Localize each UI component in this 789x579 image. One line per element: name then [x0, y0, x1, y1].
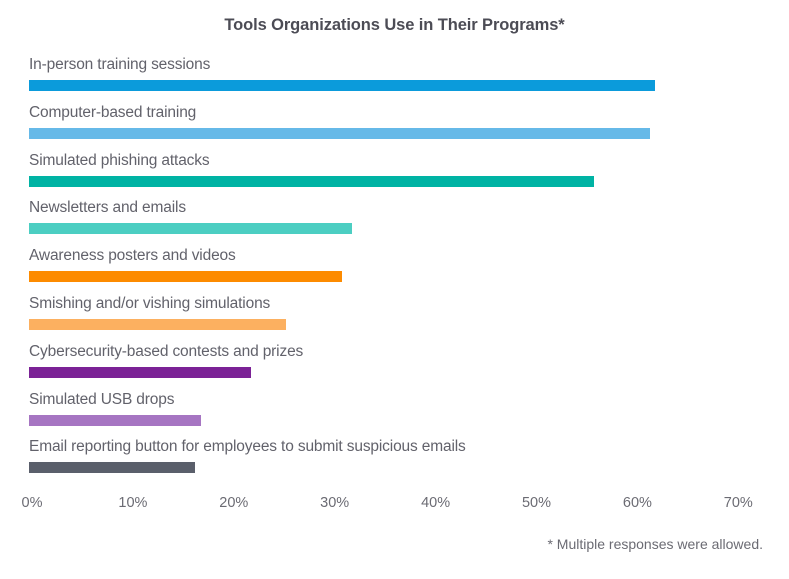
bar-track — [29, 271, 749, 283]
x-axis-tick: 70% — [723, 495, 753, 511]
bar-track — [29, 175, 749, 187]
bar-label: Email reporting button for employees to … — [29, 438, 466, 456]
bar-fill — [29, 462, 196, 474]
bar-track — [29, 414, 749, 426]
x-axis-tick: 50% — [521, 495, 552, 511]
bar-row: Newsletters and emails — [29, 198, 749, 242]
chart-footnote: * Multiple responses were allowed. — [547, 536, 763, 552]
bar-label: Smishing and/or vishing simulations — [29, 295, 271, 312]
bar-fill — [29, 271, 342, 283]
x-axis-tick: 0% — [21, 495, 43, 511]
bar-track — [29, 127, 749, 139]
x-axis-tick: 20% — [219, 495, 249, 511]
x-axis-tick: 10% — [118, 495, 148, 511]
bar-label: Cybersecurity-based contests and prizes — [29, 342, 304, 360]
bar-row: In-person training sessions — [29, 55, 749, 99]
bar-label: Computer-based training — [29, 103, 197, 121]
bar-label: Newsletters and emails — [29, 199, 186, 217]
bar-row: Simulated USB drops — [29, 390, 749, 434]
bar-track — [29, 223, 749, 235]
bar-fill — [29, 319, 287, 330]
bar-row: Email reporting button for employees to … — [29, 437, 749, 481]
x-axis-tick: 60% — [622, 495, 652, 511]
bar-track — [29, 366, 749, 378]
bar-row: Computer-based training — [29, 103, 749, 147]
bar-chart: Tools Organizations Use in Their Program… — [0, 0, 789, 579]
bar-row: Awareness posters and videos — [29, 246, 749, 290]
x-axis-tick: 40% — [421, 495, 451, 511]
bar-fill — [29, 223, 352, 235]
bar-fill — [29, 366, 251, 378]
bar-row: Smishing and/or vishing simulations — [29, 294, 749, 338]
x-axis-tick: 30% — [320, 495, 350, 511]
bar-track — [29, 319, 749, 330]
bar-label: Simulated phishing attacks — [29, 151, 210, 169]
bar-label: Simulated USB drops — [29, 390, 175, 408]
bar-fill — [29, 175, 595, 187]
bar-row: Simulated phishing attacks — [29, 151, 749, 195]
bar-label: Awareness posters and videos — [29, 247, 236, 265]
x-axis-tick-labels: 0% 10% 20% 30% 40% 50% 60% 70% — [0, 495, 789, 517]
plot-area: In-person training sessions Computer-base… — [29, 55, 749, 485]
bar-fill — [29, 414, 201, 426]
bar-track — [29, 80, 749, 91]
bar-track — [29, 462, 749, 474]
bar-label: In-person training sessions — [29, 56, 211, 73]
bar-fill — [29, 127, 650, 139]
bar-fill — [29, 80, 655, 91]
bar-row: Cybersecurity-based contests and prizes — [29, 342, 749, 386]
chart-title: Tools Organizations Use in Their Program… — [224, 16, 565, 34]
